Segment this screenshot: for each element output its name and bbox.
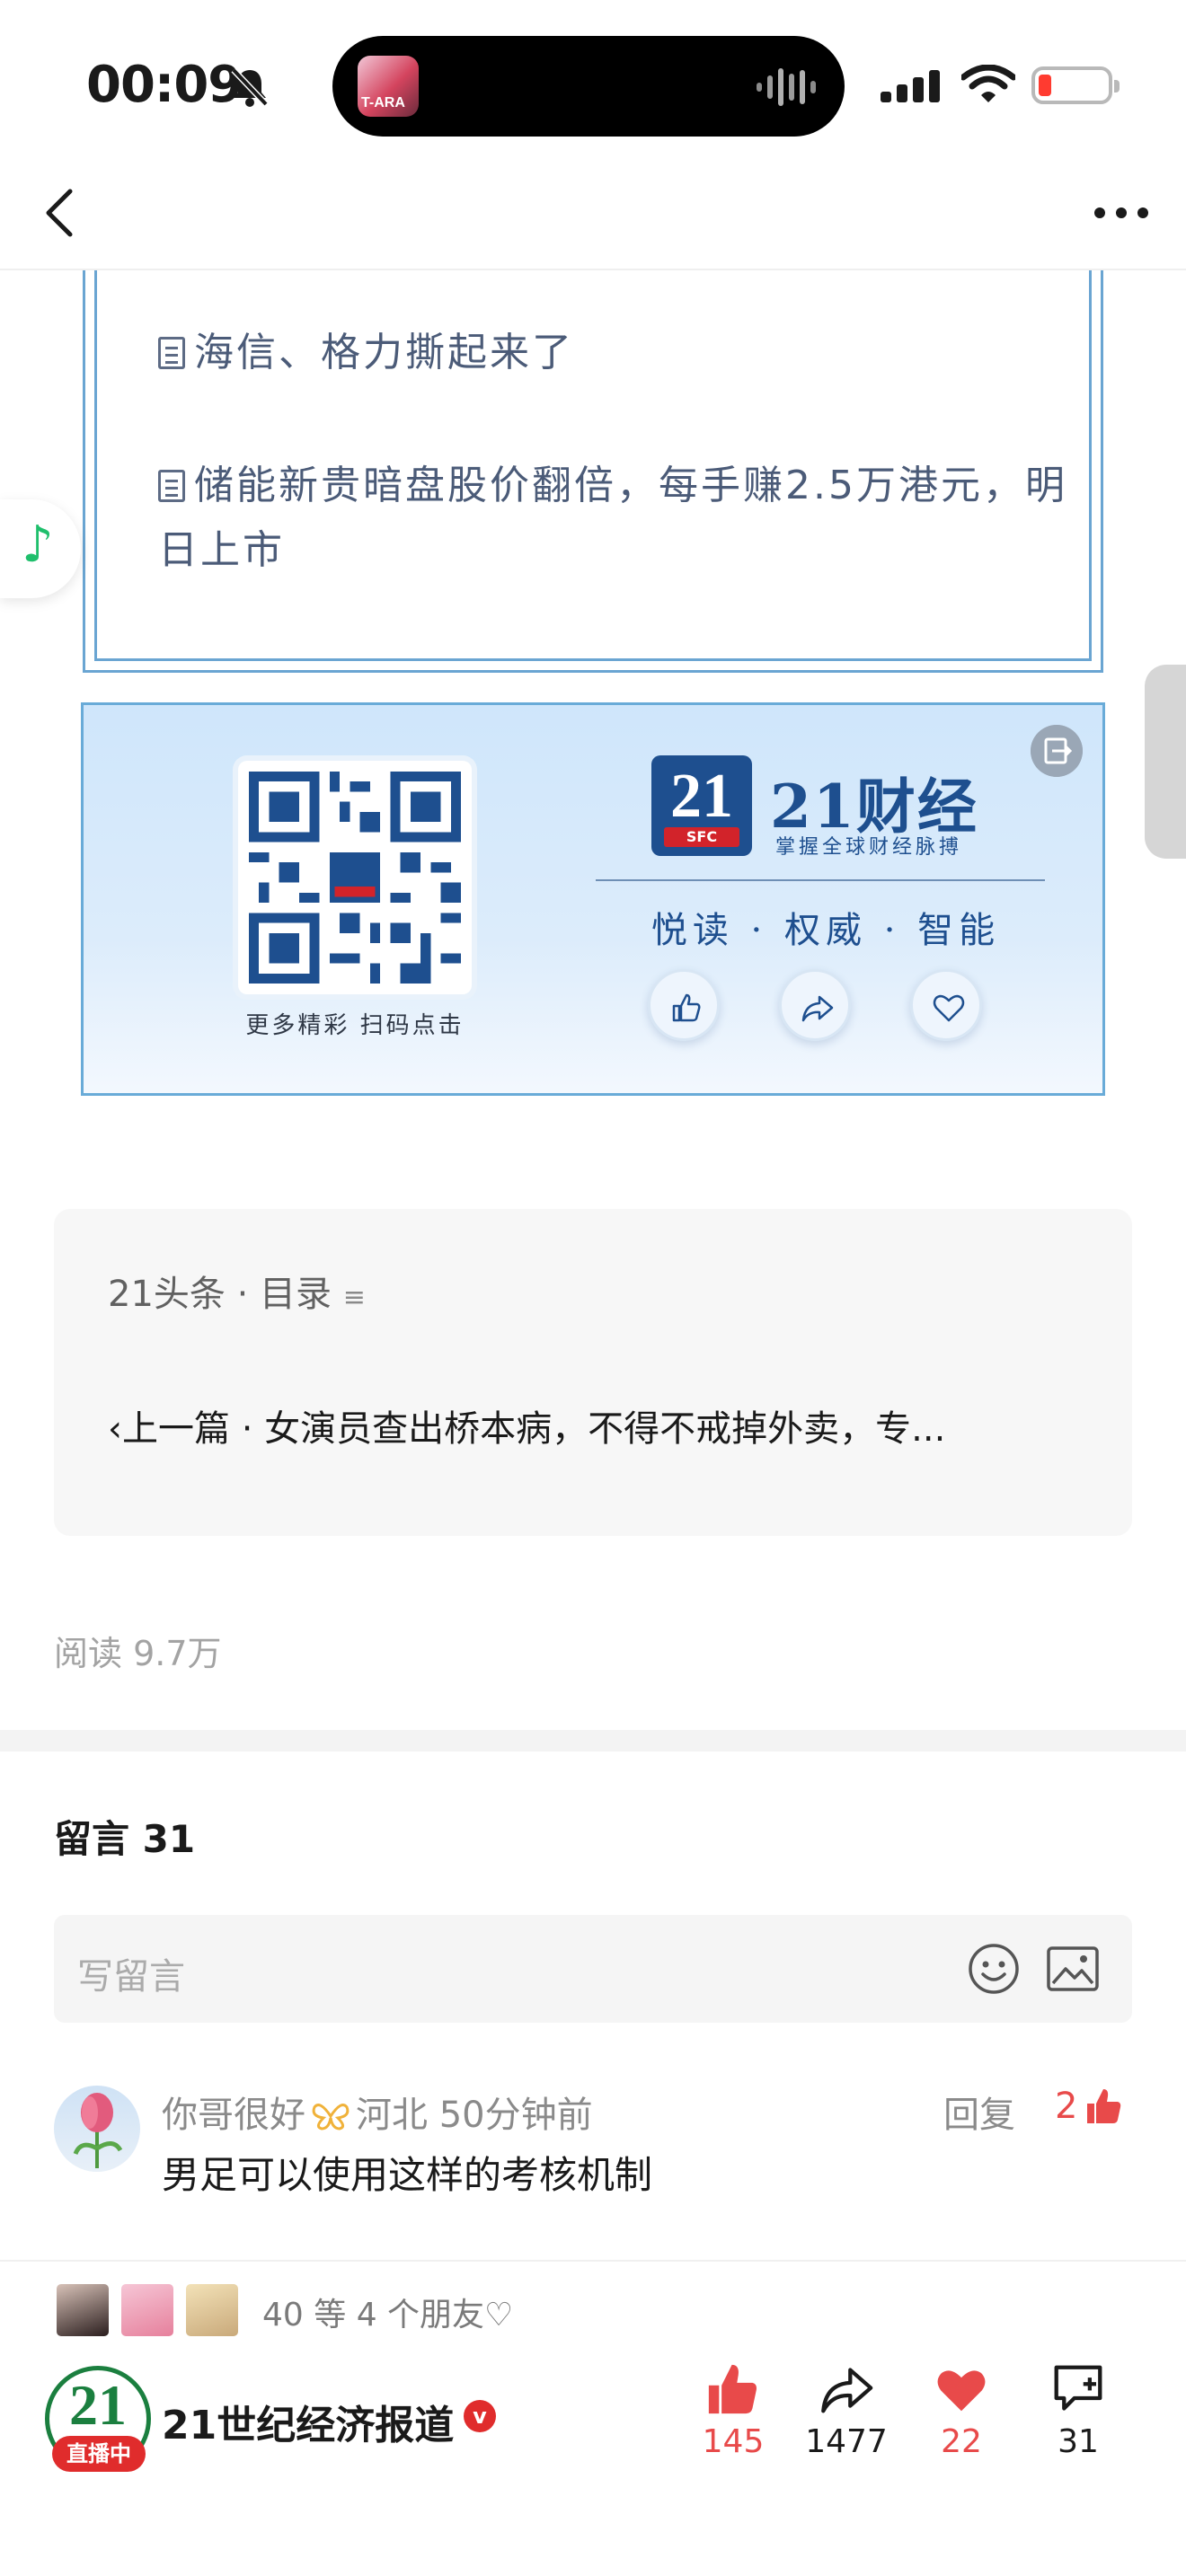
related-article-link[interactable]: 海信、格力撕起来了: [158, 321, 1075, 385]
section-divider: [0, 1730, 1186, 1751]
related-article-title: 海信、格力撕起来了: [194, 330, 574, 375]
banner-share-button[interactable]: [779, 969, 851, 1041]
friends-liked-text[interactable]: 40 等 4 个朋友♡: [262, 2289, 513, 2335]
related-article-link[interactable]: 储能新贵暗盘股价翻倍，每手赚2.5万港元，明日上市: [158, 454, 1075, 583]
thumbs-up-icon[interactable]: [1085, 2087, 1123, 2125]
comment-item: 你哥很好 河北 50分钟前 男足可以使用这样的考核机制 回复 2: [54, 2084, 1132, 2201]
verified-icon: v: [464, 2400, 496, 2432]
reply-button[interactable]: 回复: [943, 2086, 1015, 2138]
share-icon: [801, 995, 834, 1022]
status-time: 00:09: [86, 56, 243, 114]
battery-icon: [1031, 66, 1120, 104]
previous-article-label: 上一篇 · 女演员查出桥本病，不得不戒掉外卖，专...: [122, 1408, 946, 1450]
more-options-icon[interactable]: [1093, 202, 1150, 224]
nav-bar: [0, 157, 1186, 270]
document-icon: [158, 470, 185, 502]
like-button[interactable]: 145: [679, 2362, 787, 2460]
read-count: 阅读 9.7万: [54, 1634, 222, 1673]
toc-card: 21头条 · 目录 ≡ ‹上一篇 · 女演员查出桥本病，不得不戒掉外卖，专...: [54, 1209, 1132, 1536]
wifi-icon: [961, 65, 1015, 102]
share-button[interactable]: 1477: [792, 2362, 900, 2460]
thumbnail-label: T-ARA: [361, 95, 405, 110]
qr-code-icon: [249, 772, 461, 984]
account-name[interactable]: 21世纪经济报道: [162, 2393, 454, 2450]
comment-button[interactable]: 31: [1024, 2362, 1132, 2460]
share-icon: [821, 2368, 873, 2413]
brand-logo: 21 SFC: [651, 755, 752, 856]
account-logo-number: 21: [69, 2373, 127, 2437]
qr-code: [238, 761, 472, 994]
comment-like-count[interactable]: 2: [1055, 2086, 1077, 2127]
banner-favorite-button[interactable]: [910, 969, 982, 1041]
audio-wave-icon: [757, 68, 816, 106]
like-count: 145: [702, 2423, 765, 2460]
chevron-left-icon: ‹: [108, 1408, 122, 1450]
exit-icon[interactable]: [1031, 725, 1083, 777]
heart-icon: [933, 994, 965, 1022]
comment-location: 河北: [356, 2095, 428, 2136]
music-note-icon: ♪: [22, 516, 54, 574]
toc-header-label: 21头条 · 目录: [108, 1274, 332, 1315]
friends-liked-label: 40 等 4 个朋友: [262, 2297, 485, 2333]
brand-logo-sfc: SFC: [664, 827, 739, 847]
brand-slogan: 掌握全球财经脉搏: [775, 836, 963, 859]
share-count: 1477: [805, 2423, 888, 2460]
dynamic-island[interactable]: T-ARA: [332, 36, 845, 137]
image-icon[interactable]: [1046, 1945, 1100, 1992]
document-icon: [158, 337, 185, 369]
heart-outline-icon: ♡: [484, 2297, 514, 2333]
live-badge[interactable]: 直播中: [52, 2436, 146, 2472]
commenter-name[interactable]: 你哥很好: [162, 2095, 305, 2136]
comment-input[interactable]: 写留言: [54, 1915, 1132, 2023]
comment-time: 50分钟前: [438, 2095, 593, 2136]
friend-avatar: [183, 2281, 241, 2339]
comment-input-placeholder: 写留言: [77, 1956, 185, 1998]
related-articles-inner: 海信、格力撕起来了 储能新贵暗盘股价翻倍，每手赚2.5万港元，明日上市: [94, 270, 1092, 661]
side-pull-handle[interactable]: [1145, 665, 1186, 859]
music-thumbnail: T-ARA: [358, 56, 419, 117]
toc-header[interactable]: 21头条 · 目录 ≡: [108, 1265, 366, 1317]
comment-count: 31: [1058, 2423, 1099, 2460]
qr-caption: 更多精彩 扫码点击: [245, 1012, 465, 1039]
emoji-icon[interactable]: [967, 1942, 1021, 1996]
back-icon[interactable]: [40, 184, 79, 242]
thumbs-up-icon: [708, 2364, 757, 2414]
music-floating-tab[interactable]: ♪: [0, 499, 81, 598]
friend-avatar: [54, 2281, 111, 2339]
comment-text: 男足可以使用这样的考核机制: [162, 2153, 653, 2197]
comment-icon: [1054, 2365, 1102, 2411]
cellular-signal-icon: [881, 70, 940, 102]
promo-banner[interactable]: 更多精彩 扫码点击 21 SFC 21财经 掌握全球财经脉搏 悦读 · 权威 ·…: [81, 702, 1105, 1096]
favorite-button[interactable]: 22: [907, 2362, 1015, 2460]
brand-logo-number: 21: [670, 762, 733, 831]
friend-avatar: [119, 2281, 176, 2339]
thumbs-up-icon: [672, 993, 701, 1022]
butterfly-badge-icon: [312, 2104, 350, 2130]
favorite-count: 22: [941, 2423, 982, 2460]
comment-meta: 你哥很好 河北 50分钟前: [162, 2086, 593, 2138]
related-articles-box: 海信、格力撕起来了 储能新贵暗盘股价翻倍，每手赚2.5万港元，明日上市: [83, 270, 1103, 673]
heart-icon: [937, 2370, 986, 2412]
brand-motto: 悦读 · 权威 · 智能: [651, 910, 1001, 951]
related-article-title: 储能新贵暗盘股价翻倍，每手赚2.5万港元，明日上市: [158, 463, 1067, 573]
banner-like-button[interactable]: [648, 969, 720, 1041]
banner-divider: [596, 879, 1045, 881]
list-icon: ≡: [342, 1282, 366, 1313]
bell-muted-icon: [231, 67, 269, 107]
status-bar: 00:09 T-ARA: [0, 0, 1186, 157]
previous-article-link[interactable]: ‹上一篇 · 女演员查出桥本病，不得不戒掉外卖，专...: [108, 1399, 1096, 1451]
bottom-bar: 40 等 4 个朋友♡ 21 直播中 21世纪经济报道 v 145 1477 2…: [0, 2260, 1186, 2576]
comments-title: 留言 31: [54, 1817, 196, 1861]
commenter-avatar[interactable]: [54, 2086, 140, 2172]
